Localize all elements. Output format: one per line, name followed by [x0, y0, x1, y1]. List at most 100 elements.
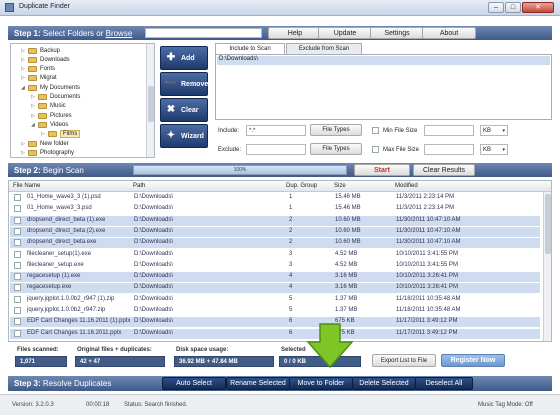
col-modified[interactable]: Modified [395, 183, 418, 189]
tree-item[interactable]: ▷ Downloads [21, 55, 70, 64]
tree-item[interactable]: ▷ Music [31, 102, 66, 111]
tree-item[interactable]: ▷ Films [41, 130, 81, 139]
max-size-checkbox[interactable] [372, 146, 379, 155]
row-checkbox[interactable] [14, 318, 21, 326]
browse-link[interactable]: Browse [106, 29, 133, 38]
row-checkbox[interactable] [14, 329, 21, 337]
tab-include[interactable]: Include to Scan [215, 43, 285, 54]
row-checkbox[interactable] [14, 239, 21, 247]
auto-select-button[interactable]: Auto Select [162, 377, 226, 390]
tree-item[interactable]: ▷ Documents [31, 93, 80, 102]
delete-selected-button[interactable]: Delete Selected [352, 377, 416, 390]
expand-icon[interactable]: ▷ [21, 150, 28, 156]
row-checkbox[interactable] [14, 216, 21, 224]
row-checkbox[interactable] [14, 227, 21, 235]
path-cell: D:\Downloads\ [134, 295, 174, 302]
tree-item[interactable]: ▷ Pictures [31, 111, 72, 120]
expand-icon[interactable]: ▷ [31, 103, 38, 109]
include-path-row[interactable]: D:\Downloads\ [217, 56, 550, 65]
minimize-button[interactable]: – [488, 2, 504, 13]
col-size[interactable]: Size [334, 183, 346, 189]
wizard-button[interactable]: ✦ Wizard [160, 124, 208, 148]
table-scroll-thumb[interactable] [545, 194, 551, 254]
col-path[interactable]: Path [133, 183, 145, 189]
row-checkbox[interactable] [14, 284, 21, 292]
collapse-icon[interactable]: ◢ [21, 85, 28, 91]
settings-button[interactable]: Settings [370, 27, 424, 39]
exclude-file-types-button[interactable]: File Types [310, 143, 362, 155]
expand-icon[interactable]: ▷ [31, 113, 38, 119]
table-row[interactable]: EDF Cart Changes 11.16.2011.pptx D:\Downl… [10, 328, 540, 339]
results-table[interactable]: File Name Path Dup. Group Size Modified … [8, 180, 552, 342]
row-checkbox[interactable] [14, 307, 21, 314]
help-button[interactable]: Help [268, 27, 322, 39]
tree-item[interactable]: ▷ Migrat [21, 74, 57, 83]
expand-icon[interactable]: ▷ [21, 75, 28, 81]
table-row[interactable]: 01_Home_wave3_3 (1).psd D:\Downloads\ 1 15.… [10, 193, 540, 203]
expand-icon[interactable]: ▷ [21, 48, 28, 54]
expand-icon[interactable]: ▷ [41, 131, 48, 137]
tree-item[interactable]: ◢ Videos [31, 120, 68, 129]
table-row[interactable]: 01_Home_wave3_3.psd D:\Downloads\ 1 15.46 M… [10, 204, 540, 214]
row-checkbox[interactable] [14, 250, 21, 258]
remove-button[interactable]: ➖ Remove [160, 72, 208, 96]
include-list[interactable]: D:\Downloads\ [215, 54, 552, 120]
row-checkbox[interactable] [14, 261, 21, 269]
expand-icon[interactable]: ▷ [21, 141, 28, 147]
clear-results-button[interactable]: Clear Results [413, 164, 475, 176]
tree-scroll-thumb[interactable] [148, 86, 154, 122]
min-size-input[interactable] [424, 125, 474, 136]
collapse-icon[interactable]: ◢ [31, 122, 38, 128]
maximize-button[interactable]: □ [505, 2, 521, 13]
table-row[interactable]: regacesetup.exe D:\Downloads\ 4 3.16 MB 10/1… [10, 283, 540, 294]
row-checkbox[interactable] [14, 205, 21, 213]
tree-item[interactable]: ▷ New folder [21, 139, 69, 148]
table-row[interactable]: dropsend_direct_beta (1).exe D:\Downloads… [10, 215, 540, 226]
deselect-all-button[interactable]: Deselect All [415, 377, 473, 390]
expand-icon[interactable]: ▷ [21, 66, 28, 72]
close-button[interactable]: ✕ [522, 2, 554, 13]
min-unit-select[interactable]: KB ▾ [480, 125, 508, 136]
table-row[interactable]: jquery.jqplot.1.0.0b2_r947.zip D:\Downloa… [10, 306, 540, 316]
table-row[interactable]: EDF Cart Changes 11.16.2011 (1).pptx D:\D… [10, 317, 540, 328]
expand-icon[interactable]: ▷ [21, 57, 28, 63]
add-button[interactable]: ✚ Add [160, 46, 208, 70]
file-name-cell: dropsend_direct_beta.exe [27, 239, 97, 246]
include-filter-input[interactable]: *.* [246, 125, 306, 136]
min-size-checkbox[interactable] [372, 127, 379, 136]
col-file-name[interactable]: File Name [13, 183, 40, 189]
tree-scrollbar[interactable] [146, 44, 154, 157]
table-row[interactable]: jquery.jqplot.1.0.0b2_r947 (1).zip D:\Dow… [10, 295, 540, 305]
folder-tree[interactable]: ▷ Backup ▷ Downloads ▷ Fonts ▷ Migrat ◢ My Docume… [10, 43, 155, 158]
table-row[interactable]: dropsend_direct_beta.exe D:\Downloads\ 2 10… [10, 238, 540, 249]
row-checkbox[interactable] [14, 194, 21, 201]
about-button[interactable]: About [422, 27, 476, 39]
col-dup-group[interactable]: Dup. Group [286, 183, 317, 189]
move-to-folder-button[interactable]: Move to Folder [289, 377, 353, 390]
tree-item[interactable]: ▷ Backup [21, 46, 60, 55]
export-button[interactable]: Export List to File [372, 354, 436, 367]
expand-icon[interactable]: ▷ [31, 94, 38, 100]
register-button[interactable]: Register Now [441, 354, 505, 367]
table-row[interactable]: regacesetup (1).exe D:\Downloads\ 4 3.16 MB… [10, 272, 540, 283]
table-scrollbar[interactable] [543, 192, 551, 341]
table-row[interactable]: dropsend_direct_beta (2).exe D:\Downloads… [10, 226, 540, 237]
include-file-types-button[interactable]: File Types [310, 124, 362, 136]
update-button[interactable]: Update [318, 27, 372, 39]
start-button[interactable]: Start [354, 164, 410, 176]
row-checkbox[interactable] [14, 295, 21, 303]
browse-path-input[interactable] [145, 28, 262, 38]
max-unit-select[interactable]: KB ▾ [480, 144, 508, 155]
tree-item[interactable]: ▷ Photography [21, 148, 74, 157]
max-size-input[interactable] [424, 144, 474, 155]
table-row[interactable]: filecleaner_setup.exe D:\Downloads\ 3 4.52 … [10, 261, 540, 271]
clear-button[interactable]: ✖ Clear [160, 98, 208, 122]
tree-item[interactable]: ◢ My Documents [21, 83, 80, 92]
step1-text: Select Folders or [42, 28, 104, 38]
tab-exclude[interactable]: Exclude from Scan [286, 43, 362, 54]
exclude-filter-input[interactable] [246, 144, 306, 155]
rename-selected-button[interactable]: Rename Selected [226, 377, 290, 390]
table-row[interactable]: filecleaner_setup(1).exe D:\Downloads\ 3 4.… [10, 250, 540, 260]
row-checkbox[interactable] [14, 273, 21, 281]
tree-item[interactable]: ▷ Fonts [21, 65, 55, 74]
